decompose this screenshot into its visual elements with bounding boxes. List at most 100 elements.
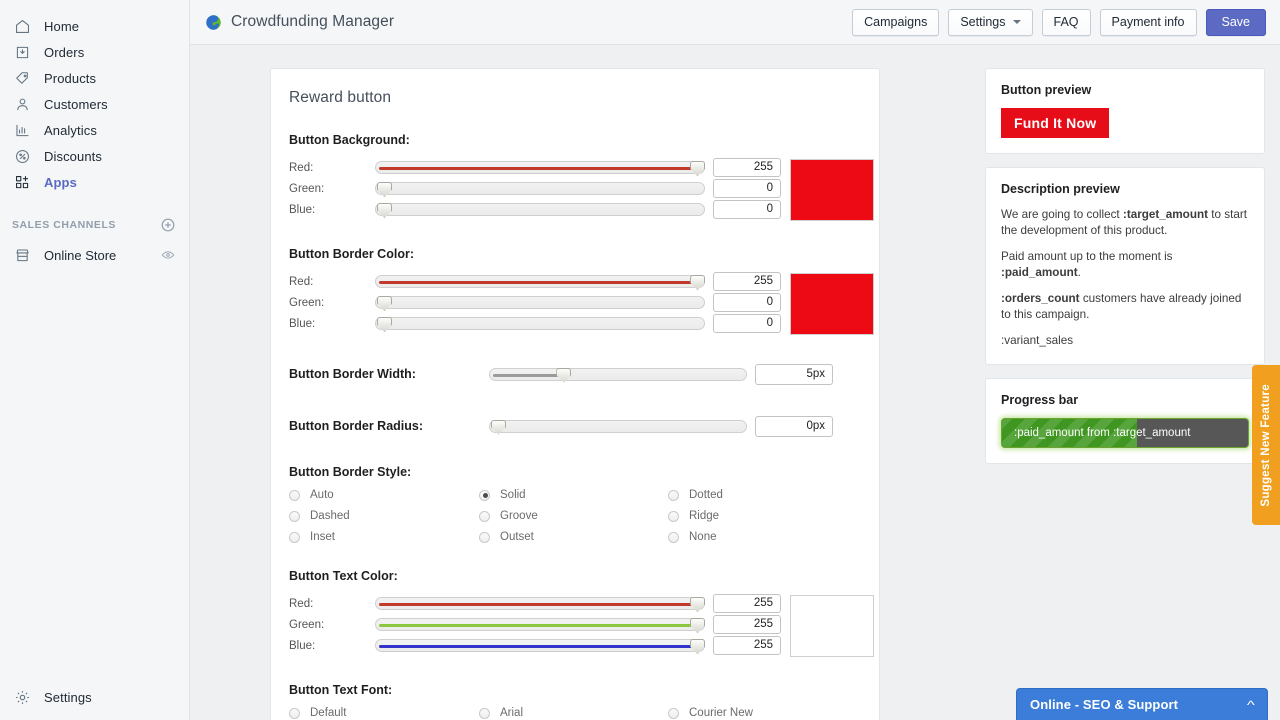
- rgb-slider[interactable]: [375, 317, 705, 330]
- rgb-slider[interactable]: [375, 275, 705, 288]
- rgb-row-blue: Blue:255: [289, 635, 781, 656]
- fund-it-now-button[interactable]: Fund It Now: [1001, 108, 1109, 138]
- description-variable: :orders_count: [1001, 292, 1080, 305]
- radio-ridge[interactable]: Ridge: [668, 510, 861, 522]
- rgb-value-input[interactable]: 255: [713, 636, 781, 655]
- radio-arial[interactable]: Arial: [479, 707, 668, 719]
- radio-dashed[interactable]: Dashed: [289, 510, 479, 522]
- group-label-button-background: Button Background:: [289, 133, 861, 147]
- radio-indicator[interactable]: [479, 532, 490, 543]
- sidebar-item-customers[interactable]: Customers: [0, 91, 189, 117]
- rgb-slider-handle[interactable]: [690, 597, 705, 612]
- settings-button[interactable]: Settings: [948, 9, 1032, 36]
- sidebar-item-analytics[interactable]: Analytics: [0, 117, 189, 143]
- plus-circle-icon[interactable]: [161, 218, 175, 232]
- rgb-slider-handle[interactable]: [377, 182, 392, 197]
- chat-support-widget[interactable]: Online - SEO & Support ^: [1016, 688, 1268, 720]
- radio-label: Solid: [500, 489, 526, 501]
- color-swatch-button-background: [790, 159, 874, 221]
- sidebar-channel-label: Online Store: [44, 248, 161, 263]
- header-button-label: Save: [1222, 15, 1251, 29]
- border-width-slider[interactable]: [489, 368, 747, 381]
- radio-inset[interactable]: Inset: [289, 531, 479, 543]
- radio-default[interactable]: Default: [289, 707, 479, 719]
- header-button-label: Campaigns: [864, 15, 927, 29]
- radio-none[interactable]: None: [668, 531, 861, 543]
- save-button[interactable]: Save: [1206, 9, 1267, 36]
- sidebar-item-orders[interactable]: Orders: [0, 39, 189, 65]
- campaigns-button[interactable]: Campaigns: [852, 9, 939, 36]
- border-radius-value[interactable]: 0px: [755, 416, 833, 437]
- description-variable: :paid_amount: [1001, 266, 1078, 279]
- rgb-slider-handle[interactable]: [690, 618, 705, 633]
- rgb-rows-button-text-color: Red:255Green:255Blue:255: [289, 593, 781, 656]
- rgb-slider[interactable]: [375, 296, 705, 309]
- radio-solid[interactable]: Solid: [479, 489, 668, 501]
- border-width-value[interactable]: 5px: [755, 364, 833, 385]
- text-font-radio-group: DefaultArialCourier NewGeorgiaSans-serif…: [289, 707, 861, 720]
- chevron-up-icon[interactable]: ^: [1247, 698, 1255, 712]
- rgb-value-input[interactable]: 0: [713, 179, 781, 198]
- rgb-channel-label: Red:: [289, 276, 375, 288]
- sidebar-item-home[interactable]: Home: [0, 13, 189, 39]
- radio-indicator[interactable]: [289, 511, 300, 522]
- rgb-channel-label: Blue:: [289, 204, 375, 216]
- rgb-value-input[interactable]: 255: [713, 272, 781, 291]
- rgb-value-input[interactable]: 0: [713, 293, 781, 312]
- rgb-value-input[interactable]: 0: [713, 314, 781, 333]
- payment-info-button[interactable]: Payment info: [1100, 9, 1197, 36]
- sidebar-item-label: Products: [44, 71, 96, 86]
- radio-dotted[interactable]: Dotted: [668, 489, 861, 501]
- radio-label: Dotted: [689, 489, 723, 501]
- radio-groove[interactable]: Groove: [479, 510, 668, 522]
- radio-indicator[interactable]: [668, 511, 679, 522]
- rgb-slider[interactable]: [375, 161, 705, 174]
- radio-indicator[interactable]: [668, 490, 679, 501]
- radio-auto[interactable]: Auto: [289, 489, 479, 501]
- radio-outset[interactable]: Outset: [479, 531, 668, 543]
- rgb-value-input[interactable]: 255: [713, 615, 781, 634]
- description-paragraph: :variant_sales: [1001, 333, 1249, 349]
- rgb-slider[interactable]: [375, 618, 705, 631]
- sidebar-item-settings[interactable]: Settings: [0, 684, 189, 710]
- rgb-value-input[interactable]: 0: [713, 200, 781, 219]
- border-radius-slider[interactable]: [489, 420, 747, 433]
- suggest-new-feature-tab[interactable]: Suggest New Feature: [1252, 365, 1280, 525]
- rgb-slider-handle[interactable]: [377, 317, 392, 332]
- rgb-slider-handle[interactable]: [377, 203, 392, 218]
- crowdfunding-swirl-logo: [205, 14, 222, 31]
- rgb-value-input[interactable]: 255: [713, 594, 781, 613]
- rgb-slider[interactable]: [375, 182, 705, 195]
- rgb-channel-label: Green:: [289, 183, 375, 195]
- radio-indicator[interactable]: [289, 490, 300, 501]
- radio-indicator[interactable]: [289, 708, 300, 719]
- radio-indicator[interactable]: [289, 532, 300, 543]
- radio-indicator[interactable]: [479, 511, 490, 522]
- rgb-slider[interactable]: [375, 203, 705, 216]
- sidebar-channel-online-store[interactable]: Online Store: [0, 241, 189, 269]
- sidebar-item-products[interactable]: Products: [0, 65, 189, 91]
- radio-label: None: [689, 531, 717, 543]
- radio-indicator[interactable]: [479, 708, 490, 719]
- sidebar-item-apps[interactable]: Apps: [0, 169, 189, 195]
- radio-indicator[interactable]: [668, 708, 679, 719]
- radio-indicator[interactable]: [668, 532, 679, 543]
- rgb-slider-handle[interactable]: [690, 161, 705, 176]
- border-radius-slider-handle[interactable]: [491, 420, 506, 435]
- rgb-slider-handle[interactable]: [690, 275, 705, 290]
- progress-bar-label: :paid_amount from :target_amount: [1014, 419, 1242, 447]
- rgb-slider-fill: [379, 167, 697, 170]
- rgb-slider[interactable]: [375, 597, 705, 610]
- faq-button[interactable]: FAQ: [1042, 9, 1091, 36]
- rgb-slider-handle[interactable]: [690, 639, 705, 654]
- rgb-slider-handle[interactable]: [377, 296, 392, 311]
- radio-indicator[interactable]: [479, 490, 490, 501]
- eye-icon[interactable]: [161, 248, 175, 262]
- sidebar-item-label: Orders: [44, 45, 84, 60]
- sidebar-item-label: Analytics: [44, 123, 97, 138]
- radio-courier-new[interactable]: Courier New: [668, 707, 861, 719]
- rgb-slider[interactable]: [375, 639, 705, 652]
- rgb-value-input[interactable]: 255: [713, 158, 781, 177]
- border-width-slider-handle[interactable]: [556, 368, 571, 383]
- sidebar-item-discounts[interactable]: Discounts: [0, 143, 189, 169]
